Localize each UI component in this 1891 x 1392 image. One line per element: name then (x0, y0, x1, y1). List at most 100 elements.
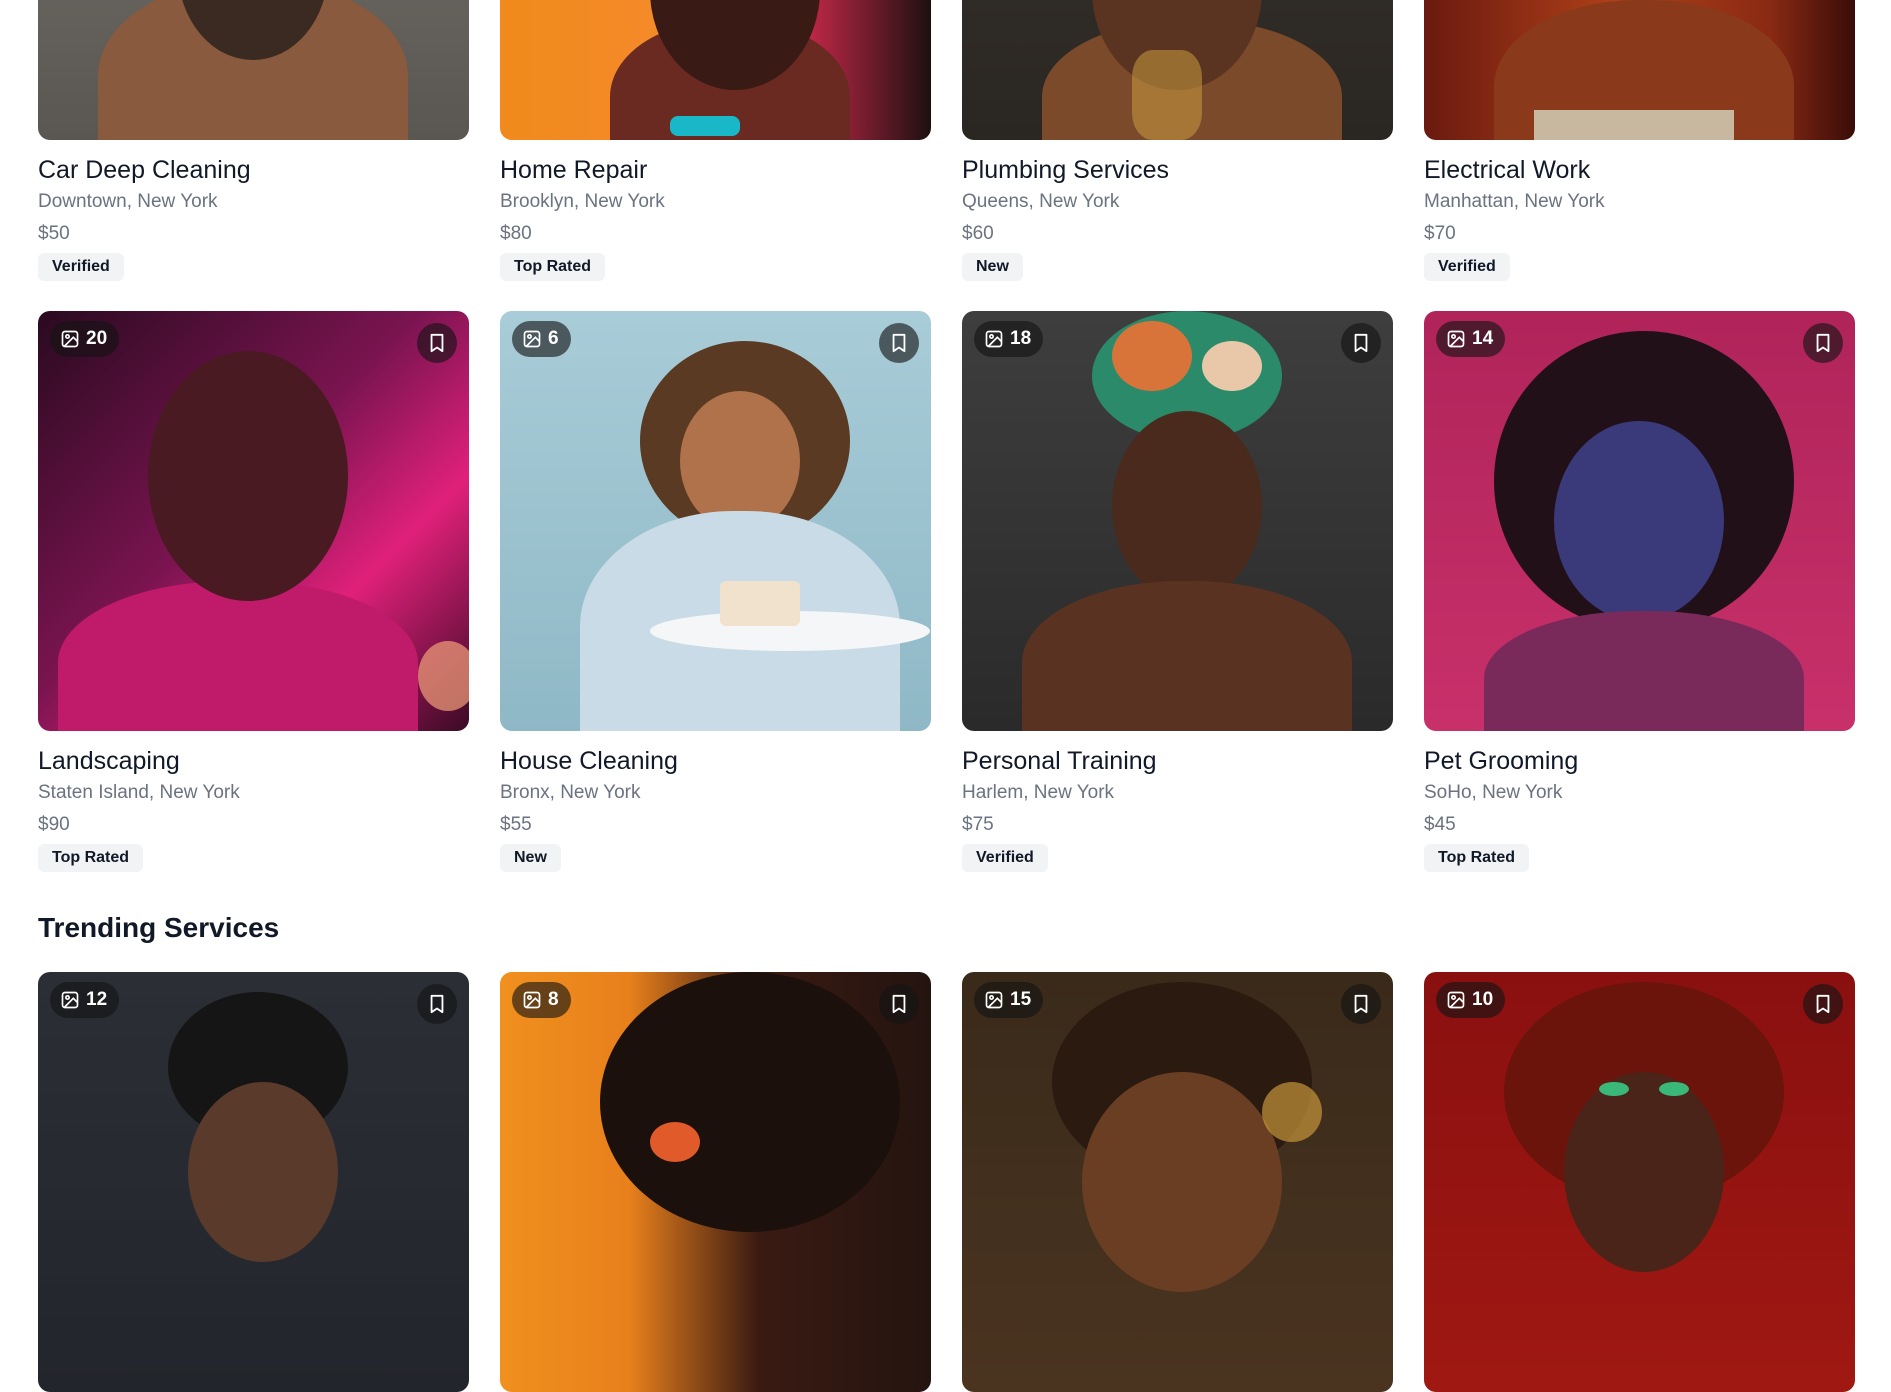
bookmark-icon (1354, 333, 1368, 353)
service-card[interactable]: 18 Personal Training Harlem, New York $7… (962, 311, 1393, 872)
service-card[interactable]: 14 Pet Grooming SoHo, New York $45 Top R… (1424, 311, 1855, 872)
photo-count: 12 (86, 989, 108, 1010)
photo-count-badge: 8 (512, 982, 571, 1018)
image-icon (1447, 330, 1465, 348)
bookmark-icon (430, 994, 444, 1014)
bookmark-button[interactable] (879, 984, 919, 1024)
service-title[interactable]: Pet Grooming (1424, 745, 1855, 777)
service-photo[interactable]: 8 (500, 972, 931, 1392)
service-photo[interactable]: 10 (1424, 972, 1855, 1392)
service-photo[interactable]: 15 (962, 972, 1393, 1392)
service-location: SoHo, New York (1424, 782, 1563, 803)
service-photo[interactable]: 6 (500, 311, 931, 731)
service-price: $75 (962, 814, 994, 835)
status-badge: New (500, 844, 561, 872)
service-location: Brooklyn, New York (500, 191, 665, 212)
photo-count: 20 (86, 328, 108, 349)
photo-count: 6 (548, 328, 559, 349)
bookmark-icon (892, 333, 906, 353)
service-grid-top: Car Deep Cleaning Downtown, New York $50… (38, 0, 1855, 281)
service-card[interactable]: 20 Landscaping Staten Island, New York $… (38, 311, 469, 872)
service-location: Queens, New York (962, 191, 1120, 212)
status-badge: Verified (1424, 253, 1510, 281)
service-photo[interactable]: 12 (38, 972, 469, 1392)
service-price: $55 (500, 814, 532, 835)
photo-count-badge: 10 (1436, 982, 1506, 1018)
photo-count-badge: 20 (50, 321, 120, 357)
image-icon (61, 330, 79, 348)
status-badge: Top Rated (500, 253, 606, 281)
bookmark-button[interactable] (1341, 323, 1381, 363)
image-icon (523, 991, 541, 1009)
bookmark-button[interactable] (417, 984, 457, 1024)
service-location: Manhattan, New York (1424, 191, 1605, 212)
photo-count: 8 (548, 989, 559, 1010)
trending-grid: 12 8 15 10 (38, 972, 1855, 1392)
service-title[interactable]: Personal Training (962, 745, 1393, 777)
service-card[interactable]: Electrical Work Manhattan, New York $70 … (1424, 0, 1855, 281)
photo-count-badge: 14 (1436, 321, 1506, 357)
bookmark-button[interactable] (1341, 984, 1381, 1024)
service-price: $45 (1424, 814, 1456, 835)
photo-count: 15 (1010, 989, 1032, 1010)
image-icon (523, 330, 541, 348)
image-icon (61, 991, 79, 1009)
service-title[interactable]: Landscaping (38, 745, 469, 777)
photo-count: 14 (1472, 328, 1494, 349)
service-price: $50 (38, 223, 70, 244)
service-card[interactable]: Home Repair Brooklyn, New York $80 Top R… (500, 0, 931, 281)
service-card[interactable]: Plumbing Services Queens, New York $60 N… (962, 0, 1393, 281)
photo-count-badge: 15 (974, 982, 1044, 1018)
service-title[interactable]: House Cleaning (500, 745, 931, 777)
service-card[interactable]: 8 (500, 972, 931, 1392)
bookmark-icon (1816, 333, 1830, 353)
service-location: Harlem, New York (962, 782, 1115, 803)
bookmark-icon (1354, 994, 1368, 1014)
service-price: $90 (38, 814, 70, 835)
service-photo[interactable] (38, 0, 469, 140)
image-icon (985, 330, 1003, 348)
service-card[interactable]: Car Deep Cleaning Downtown, New York $50… (38, 0, 469, 281)
service-photo[interactable]: 14 (1424, 311, 1855, 731)
status-badge: Top Rated (38, 844, 144, 872)
status-badge: Top Rated (1424, 844, 1530, 872)
service-price: $70 (1424, 223, 1456, 244)
bookmark-button[interactable] (417, 323, 457, 363)
service-title[interactable]: Car Deep Cleaning (38, 154, 469, 186)
service-card[interactable]: 6 House Cleaning Bronx, New York $55 New (500, 311, 931, 872)
section-heading: Trending Services (38, 912, 280, 943)
service-photo[interactable] (500, 0, 931, 140)
service-photo[interactable]: 18 (962, 311, 1393, 731)
status-badge: Verified (962, 844, 1048, 872)
bookmark-button[interactable] (1803, 984, 1843, 1024)
service-card[interactable]: 10 (1424, 972, 1855, 1392)
image-icon (985, 991, 1003, 1009)
bookmark-button[interactable] (1803, 323, 1843, 363)
service-title[interactable]: Home Repair (500, 154, 931, 186)
service-price: $80 (500, 223, 532, 244)
bookmark-icon (430, 333, 444, 353)
photo-count-badge: 18 (974, 321, 1044, 357)
status-badge: New (962, 253, 1023, 281)
service-grid-middle: 20 Landscaping Staten Island, New York $… (38, 311, 1855, 872)
bookmark-icon (1816, 994, 1830, 1014)
service-photo[interactable]: 20 (38, 311, 469, 731)
photo-count-badge: 6 (512, 321, 571, 357)
photo-count: 10 (1472, 989, 1494, 1010)
service-title[interactable]: Electrical Work (1424, 154, 1855, 186)
image-icon (1447, 991, 1465, 1009)
photo-count-badge: 12 (50, 982, 120, 1018)
photo-count: 18 (1010, 328, 1032, 349)
status-badge: Verified (38, 253, 124, 281)
service-location: Bronx, New York (500, 782, 641, 803)
service-card[interactable]: 15 (962, 972, 1393, 1392)
service-location: Downtown, New York (38, 191, 218, 212)
service-price: $60 (962, 223, 994, 244)
service-photo[interactable] (1424, 0, 1855, 140)
service-title[interactable]: Plumbing Services (962, 154, 1393, 186)
service-location: Staten Island, New York (38, 782, 240, 803)
service-photo[interactable] (962, 0, 1393, 140)
bookmark-icon (892, 994, 906, 1014)
bookmark-button[interactable] (879, 323, 919, 363)
service-card[interactable]: 12 (38, 972, 469, 1392)
